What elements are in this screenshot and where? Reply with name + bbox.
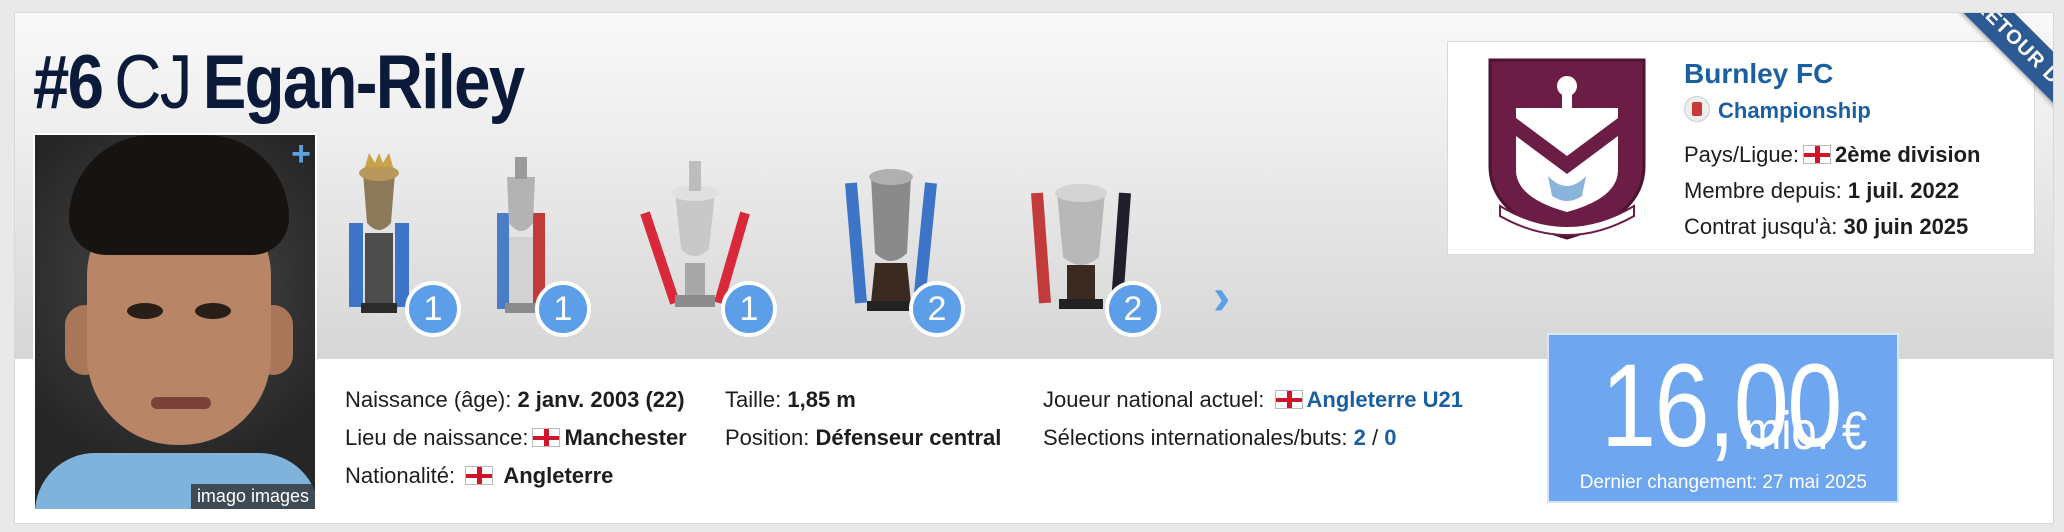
details-column-2: Taille: 1,85 m Position: Défenseur centr… xyxy=(725,381,1001,457)
burnley-crest-icon[interactable] xyxy=(1486,56,1648,242)
birthplace-value: Manchester xyxy=(564,425,687,450)
country-row: Pays/Ligue: 2ème division xyxy=(1684,142,1981,167)
trophy-pl2[interactable]: 2 xyxy=(831,153,965,343)
caps-link[interactable]: 2 xyxy=(1354,425,1366,450)
height-value: 1,85 m xyxy=(787,387,856,412)
birth-row: Naissance (âge): 2 janv. 2003 (22) xyxy=(345,387,685,412)
goals-link[interactable]: 0 xyxy=(1384,425,1396,450)
player-number: #6 xyxy=(33,40,104,125)
joined-row: Membre depuis: 1 juil. 2022 xyxy=(1684,178,1960,203)
birth-value: 2 janv. 2003 (22) xyxy=(517,387,685,412)
nationality-value: Angleterre xyxy=(503,463,614,488)
club-info-box: Burnley FC Championship Pays/Ligue: 2ème … xyxy=(1447,41,2035,255)
country-value: 2ème division xyxy=(1834,142,1981,167)
england-flag-icon xyxy=(1274,390,1303,409)
player-header-card: #6 CJ Egan-Riley + imago images 1 1 1 2 … xyxy=(14,12,2054,524)
position-row: Position: Défenseur central xyxy=(725,425,1002,450)
photo-credit: imago images xyxy=(190,484,315,509)
height-row: Taille: 1,85 m xyxy=(725,387,856,412)
national-team-row: Joueur national actuel: Angleterre U21 xyxy=(1043,387,1464,412)
details-column-3: Joueur national actuel: Angleterre U21 S… xyxy=(1043,381,1463,457)
trophy-count-badge: 2 xyxy=(909,281,965,337)
expand-photo-icon[interactable]: + xyxy=(291,137,311,171)
trophy-count-badge: 1 xyxy=(405,281,461,337)
trophy-pl-cup[interactable]: 2 xyxy=(1021,153,1161,343)
birthplace-row: Lieu de naissance: Manchester xyxy=(345,425,687,450)
trophy-count-badge: 1 xyxy=(721,281,777,337)
trophy-premier-league[interactable]: 1 xyxy=(335,153,465,343)
nationality-row: Nationalité: Angleterre xyxy=(345,463,614,488)
league-link[interactable]: Championship xyxy=(1718,96,1871,126)
england-flag-icon xyxy=(1802,145,1831,164)
england-flag-icon xyxy=(532,428,561,447)
league-logo-icon xyxy=(1684,96,1710,122)
trophy-carousel: 1 1 1 2 2 xyxy=(335,153,1275,343)
position-value: Défenseur central xyxy=(815,425,1002,450)
market-value-box[interactable]: 16,00 mio. € Dernier changement: 27 mai … xyxy=(1547,333,1899,503)
england-flag-icon xyxy=(465,466,494,485)
player-photo[interactable]: + imago images xyxy=(33,133,317,511)
club-name-link[interactable]: Burnley FC xyxy=(1684,56,1833,92)
player-title: #6 CJ Egan-Riley xyxy=(33,35,525,131)
contract-value: 30 juin 2025 xyxy=(1843,214,1969,239)
caps-row: Sélections internationales/buts: 2 / 0 xyxy=(1043,425,1397,450)
joined-value: 1 juil. 2022 xyxy=(1847,178,1960,203)
market-value-last-change: Dernier changement: 27 mai 2025 xyxy=(1579,472,1867,493)
trophy-count-badge: 2 xyxy=(1105,281,1161,337)
contract-row: Contrat jusqu'à: 30 juin 2025 xyxy=(1684,214,1969,239)
details-column-1: Naissance (âge): 2 janv. 2003 (22) Lieu … xyxy=(345,381,687,495)
player-last-name: Egan-Riley xyxy=(202,40,525,125)
player-first-name: CJ xyxy=(114,40,192,125)
trophy-fa-youth-cup[interactable]: 1 xyxy=(635,153,777,343)
trophy-championship[interactable]: 1 xyxy=(477,153,607,343)
national-team-link[interactable]: Angleterre U21 xyxy=(1307,387,1464,412)
chevron-right-icon[interactable]: › xyxy=(1213,271,1230,323)
trophy-count-badge: 1 xyxy=(535,281,591,337)
market-value-unit: mio. € xyxy=(1743,401,1867,461)
